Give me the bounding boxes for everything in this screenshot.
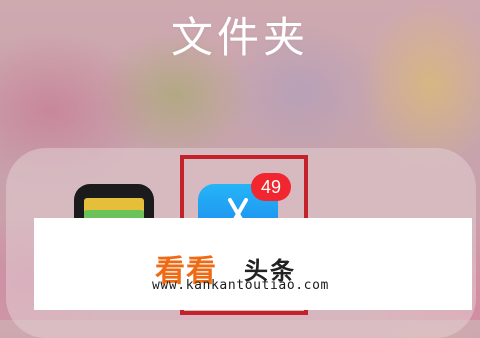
watermark-banner: 看看 头条 www.kankantoutiao.com — [34, 218, 472, 310]
watermark-url: www.kankantoutiao.com — [152, 278, 329, 293]
folder-title: 文件夹 — [170, 13, 309, 62]
